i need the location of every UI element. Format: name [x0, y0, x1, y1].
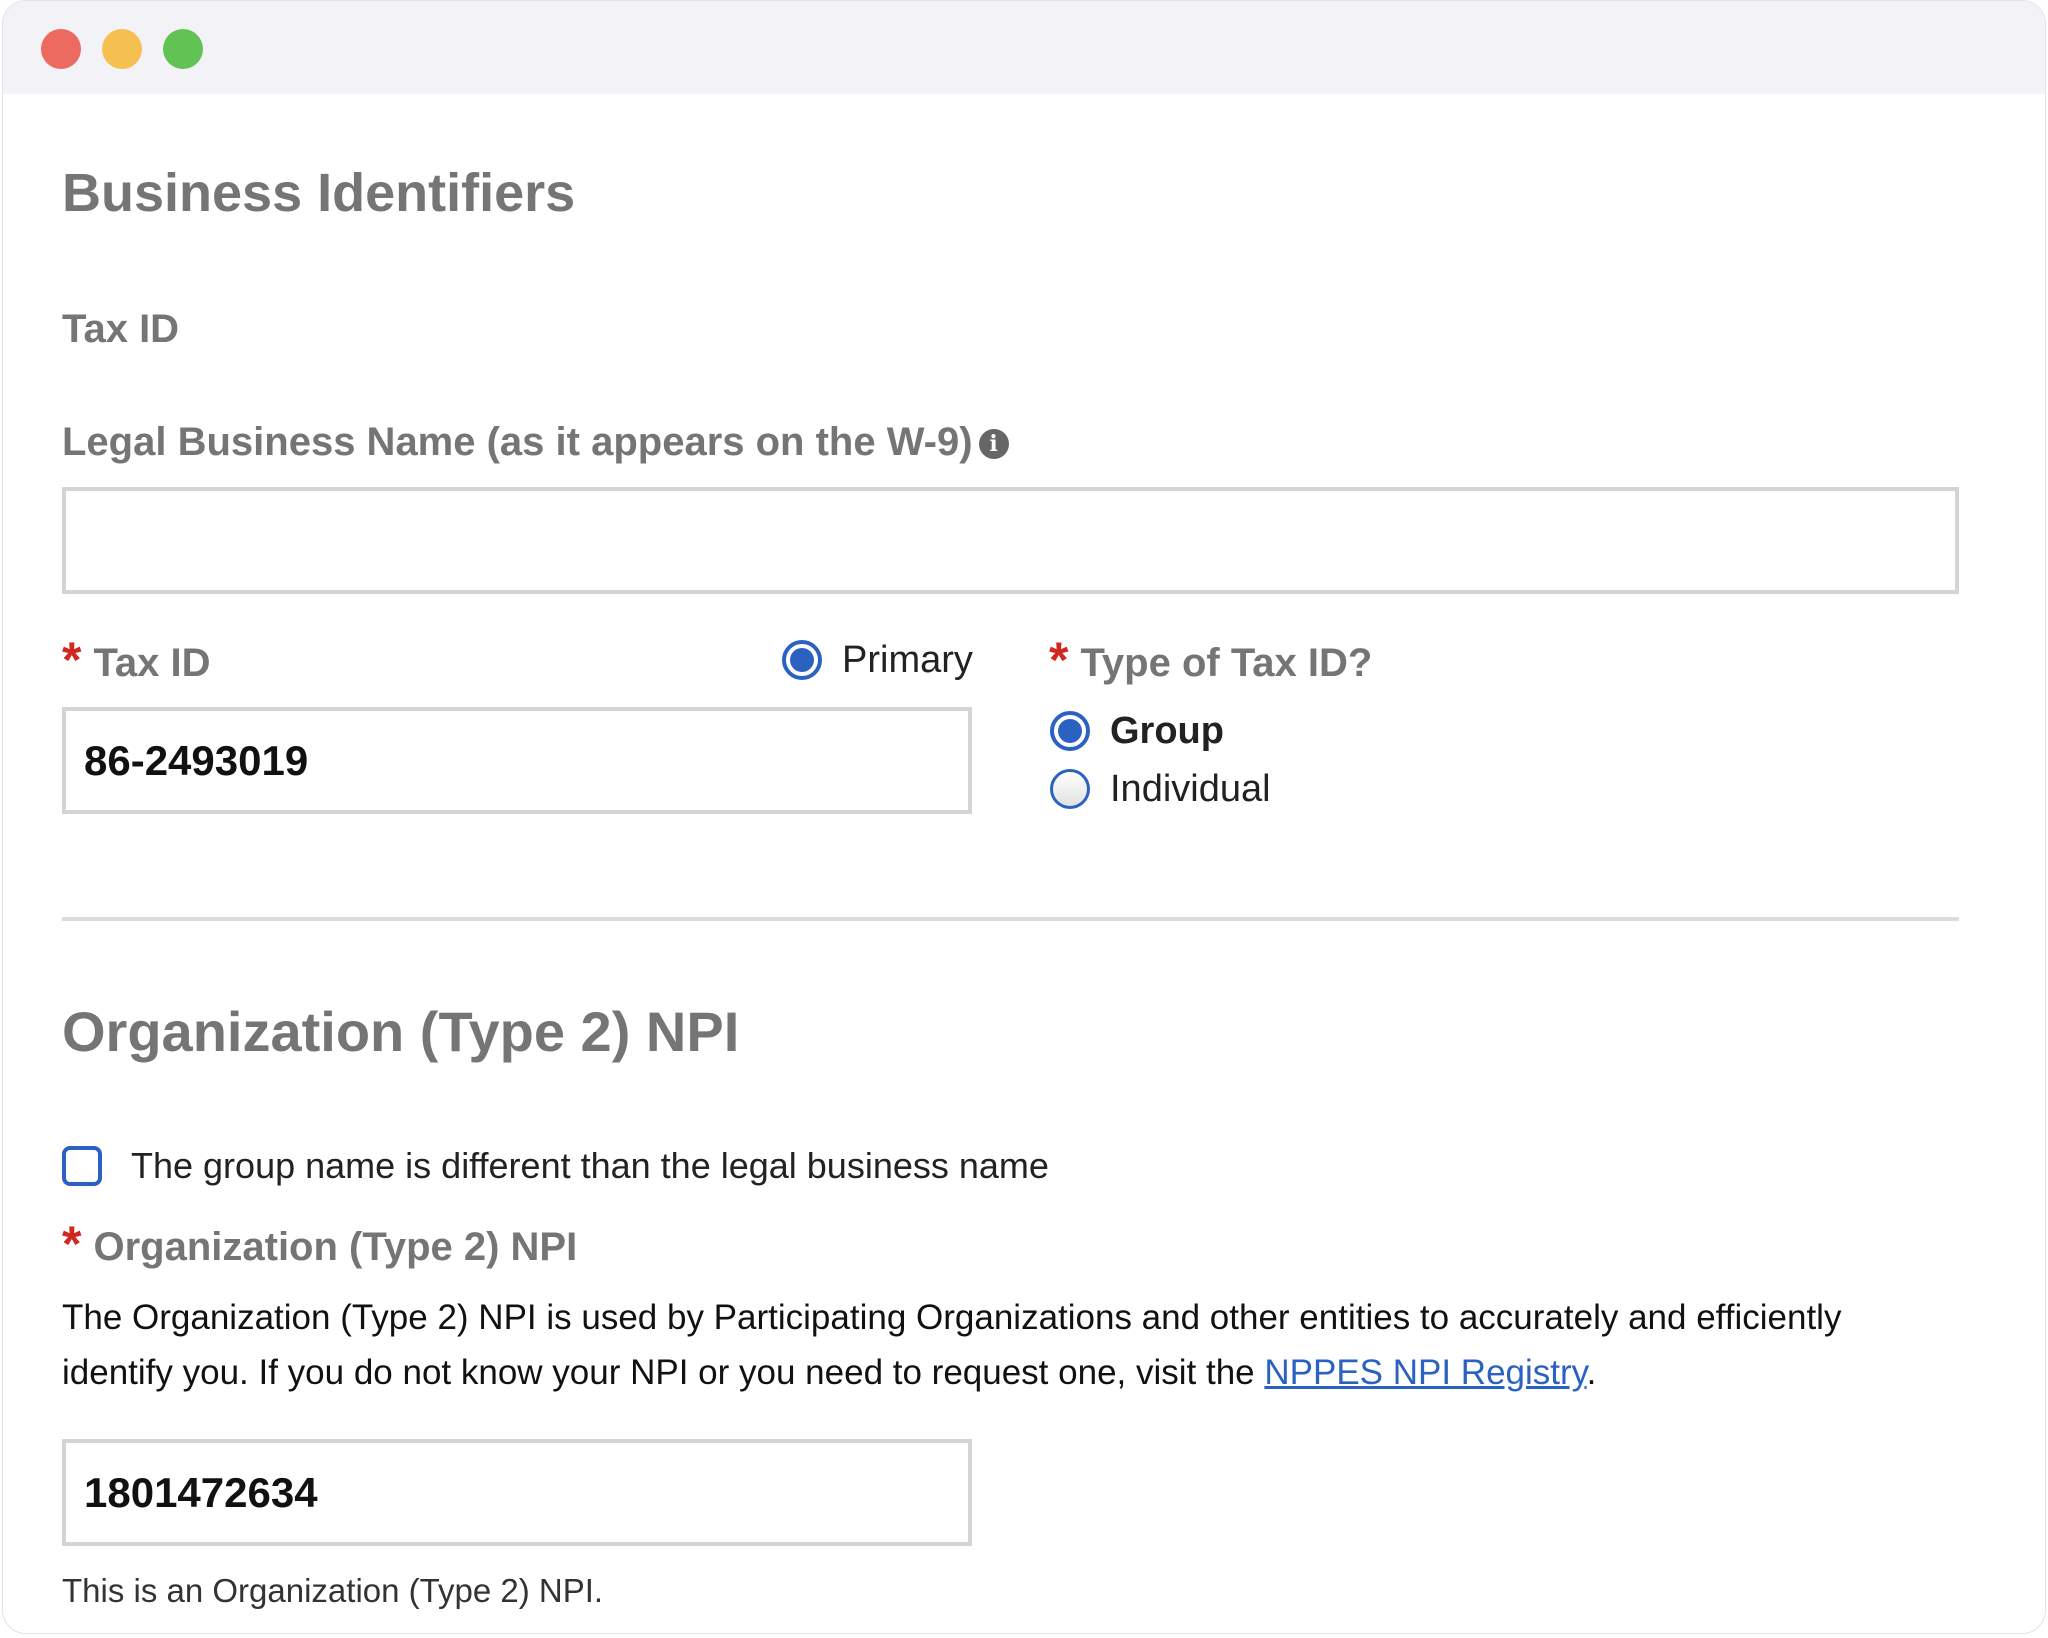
tax-id-input[interactable]: 86-2493019: [62, 707, 972, 814]
group-radio-option[interactable]: Group: [1050, 711, 1224, 751]
individual-radio-option[interactable]: Individual: [1050, 769, 1271, 809]
npi-field-label: Organization (Type 2) NPI: [93, 1225, 578, 1269]
minimize-window-button[interactable]: [102, 29, 142, 69]
group-name-different-checkbox[interactable]: [62, 1146, 102, 1186]
title-bar: [3, 1, 2045, 94]
required-asterisk-icon: *: [1049, 632, 1069, 688]
group-radio-label: Group: [1110, 710, 1224, 752]
npi-label-row: * Organization (Type 2) NPI: [62, 1219, 577, 1269]
maximize-window-button[interactable]: [163, 29, 203, 69]
business-identifiers-title: Business Identifiers: [62, 163, 576, 223]
tax-id-type-label: Type of Tax ID?: [1080, 641, 1373, 685]
required-asterisk-icon: *: [62, 1216, 82, 1272]
individual-radio[interactable]: [1050, 769, 1090, 809]
group-name-different-option[interactable]: The group name is different than the leg…: [62, 1146, 1049, 1186]
npi-input[interactable]: 1801472634: [62, 1439, 972, 1546]
radio-selected-dot: [1058, 719, 1082, 743]
npi-description: The Organization (Type 2) NPI is used by…: [62, 1290, 1962, 1400]
primary-radio-option[interactable]: Primary: [782, 640, 973, 680]
app-window: Business Identifiers Tax ID Legal Busine…: [2, 0, 2046, 1634]
required-asterisk-icon: *: [62, 632, 82, 688]
tax-id-label: Tax ID: [93, 641, 211, 685]
group-radio[interactable]: [1050, 711, 1090, 751]
tax-id-label-row: * Tax ID: [62, 635, 211, 685]
individual-radio-label: Individual: [1110, 768, 1271, 810]
tax-id-type-label-row: * Type of Tax ID?: [1049, 635, 1372, 685]
section-divider: [62, 917, 1959, 921]
primary-radio[interactable]: [782, 640, 822, 680]
group-name-different-label: The group name is different than the leg…: [131, 1145, 1049, 1186]
close-window-button[interactable]: [41, 29, 81, 69]
radio-selected-dot: [790, 648, 814, 672]
npi-hint: This is an Organization (Type 2) NPI.: [62, 1572, 604, 1609]
info-icon[interactable]: i: [978, 429, 1009, 460]
npi-description-end: .: [1586, 1353, 1597, 1392]
tax-id-section-heading: Tax ID: [62, 307, 180, 351]
legal-business-name-input[interactable]: [62, 487, 1959, 594]
nppes-registry-link[interactable]: NPPES NPI Registry: [1264, 1353, 1586, 1392]
legal-name-label: Legal Business Name (as it appears on th…: [62, 420, 973, 464]
legal-name-label-row: Legal Business Name (as it appears on th…: [62, 422, 1009, 462]
primary-radio-label: Primary: [842, 639, 973, 681]
organization-npi-title: Organization (Type 2) NPI: [62, 1000, 740, 1063]
